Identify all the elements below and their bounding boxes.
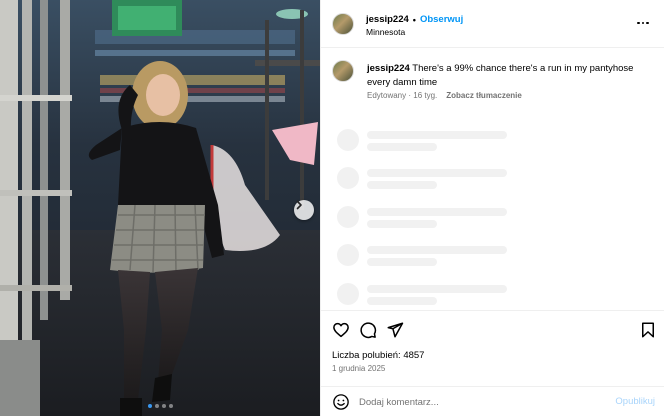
avatar[interactable] bbox=[332, 60, 354, 82]
comment-skeleton bbox=[337, 206, 507, 230]
caption-username[interactable]: jessip224 bbox=[367, 63, 410, 74]
likes-label: Liczba polubień: bbox=[332, 350, 401, 361]
likes-number: 4857 bbox=[403, 350, 425, 361]
more-horizontal-icon bbox=[637, 21, 640, 25]
more-options-button[interactable] bbox=[636, 17, 650, 29]
comment-bar: Opublikuj bbox=[321, 386, 664, 416]
carousel-dot bbox=[154, 404, 159, 408]
post-side-panel: jessip224 • Obserwuj Minnesota jessip224… bbox=[320, 0, 664, 416]
publish-button[interactable]: Opublikuj bbox=[615, 396, 655, 407]
comment-input[interactable] bbox=[359, 392, 599, 412]
post-date[interactable]: 1 grudnia 2025 bbox=[332, 364, 385, 373]
comment-skeleton bbox=[337, 244, 507, 268]
chevron-right-icon bbox=[296, 200, 302, 210]
location-link[interactable]: Minnesota bbox=[366, 27, 405, 37]
carousel-dot bbox=[168, 404, 173, 408]
separator-dot: • bbox=[412, 14, 416, 25]
edited-label: Edytowany · 16 tyg. bbox=[367, 91, 438, 100]
carousel-dot bbox=[161, 404, 166, 408]
caption-text-block: jessip224 There's a 99% chance there's a… bbox=[367, 62, 647, 89]
comment-icon[interactable] bbox=[359, 321, 377, 339]
likes-count[interactable]: Liczba polubień: 4857 bbox=[332, 350, 424, 361]
caption-meta: Edytowany · 16 tyg. Zobacz tłumaczenie bbox=[367, 91, 522, 100]
heart-icon[interactable] bbox=[332, 321, 350, 339]
comment-skeleton bbox=[337, 167, 507, 191]
carousel-dot bbox=[147, 404, 152, 408]
post-header: jessip224 • Obserwuj Minnesota bbox=[321, 0, 664, 48]
post-photo[interactable] bbox=[0, 0, 320, 416]
translate-link[interactable]: Zobacz tłumaczenie bbox=[446, 91, 522, 100]
emoji-icon[interactable] bbox=[332, 393, 350, 411]
bookmark-icon[interactable] bbox=[639, 321, 657, 339]
post-actions: Liczba polubień: 4857 1 grudnia 2025 bbox=[321, 310, 664, 386]
carousel-indicator bbox=[0, 404, 320, 408]
photo-illustration bbox=[0, 0, 320, 416]
comment-skeleton bbox=[337, 129, 507, 153]
send-icon[interactable] bbox=[386, 321, 404, 339]
author-username[interactable]: jessip224 bbox=[366, 14, 409, 25]
follow-button[interactable]: Obserwuj bbox=[420, 14, 463, 25]
author-line: jessip224 • Obserwuj bbox=[366, 14, 463, 25]
comment-skeleton bbox=[337, 283, 507, 307]
carousel-next-button[interactable] bbox=[294, 200, 314, 220]
avatar[interactable] bbox=[332, 13, 354, 35]
